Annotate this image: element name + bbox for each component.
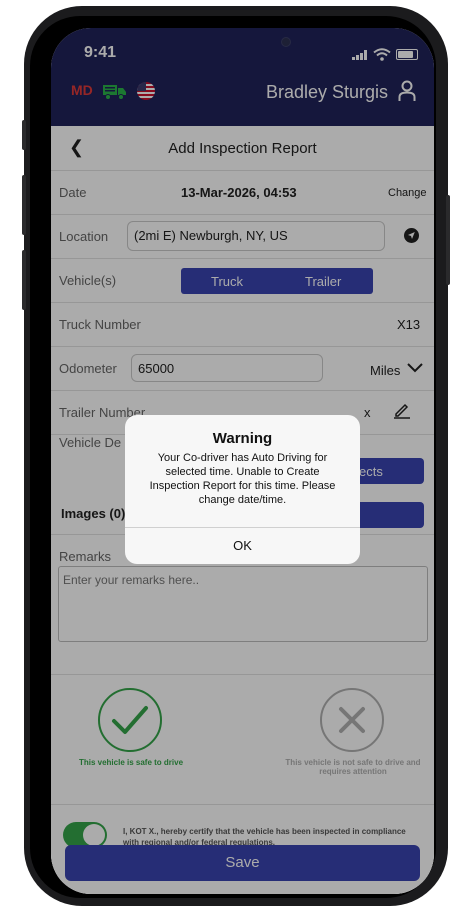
power-button [446, 195, 450, 285]
volume-down-button [22, 250, 26, 310]
ok-button[interactable]: OK [125, 528, 360, 564]
mute-switch [22, 120, 26, 150]
dialog-title: Warning [212, 430, 273, 447]
dialog-message: Your Co-driver has Auto Driving for sele… [149, 452, 336, 506]
warning-dialog: Warning Your Co-driver has Auto Driving … [125, 415, 360, 564]
volume-up-button [22, 175, 26, 235]
screen: 9:41 MD Bradley Sturgis ❮ Add Inspection… [51, 28, 434, 894]
